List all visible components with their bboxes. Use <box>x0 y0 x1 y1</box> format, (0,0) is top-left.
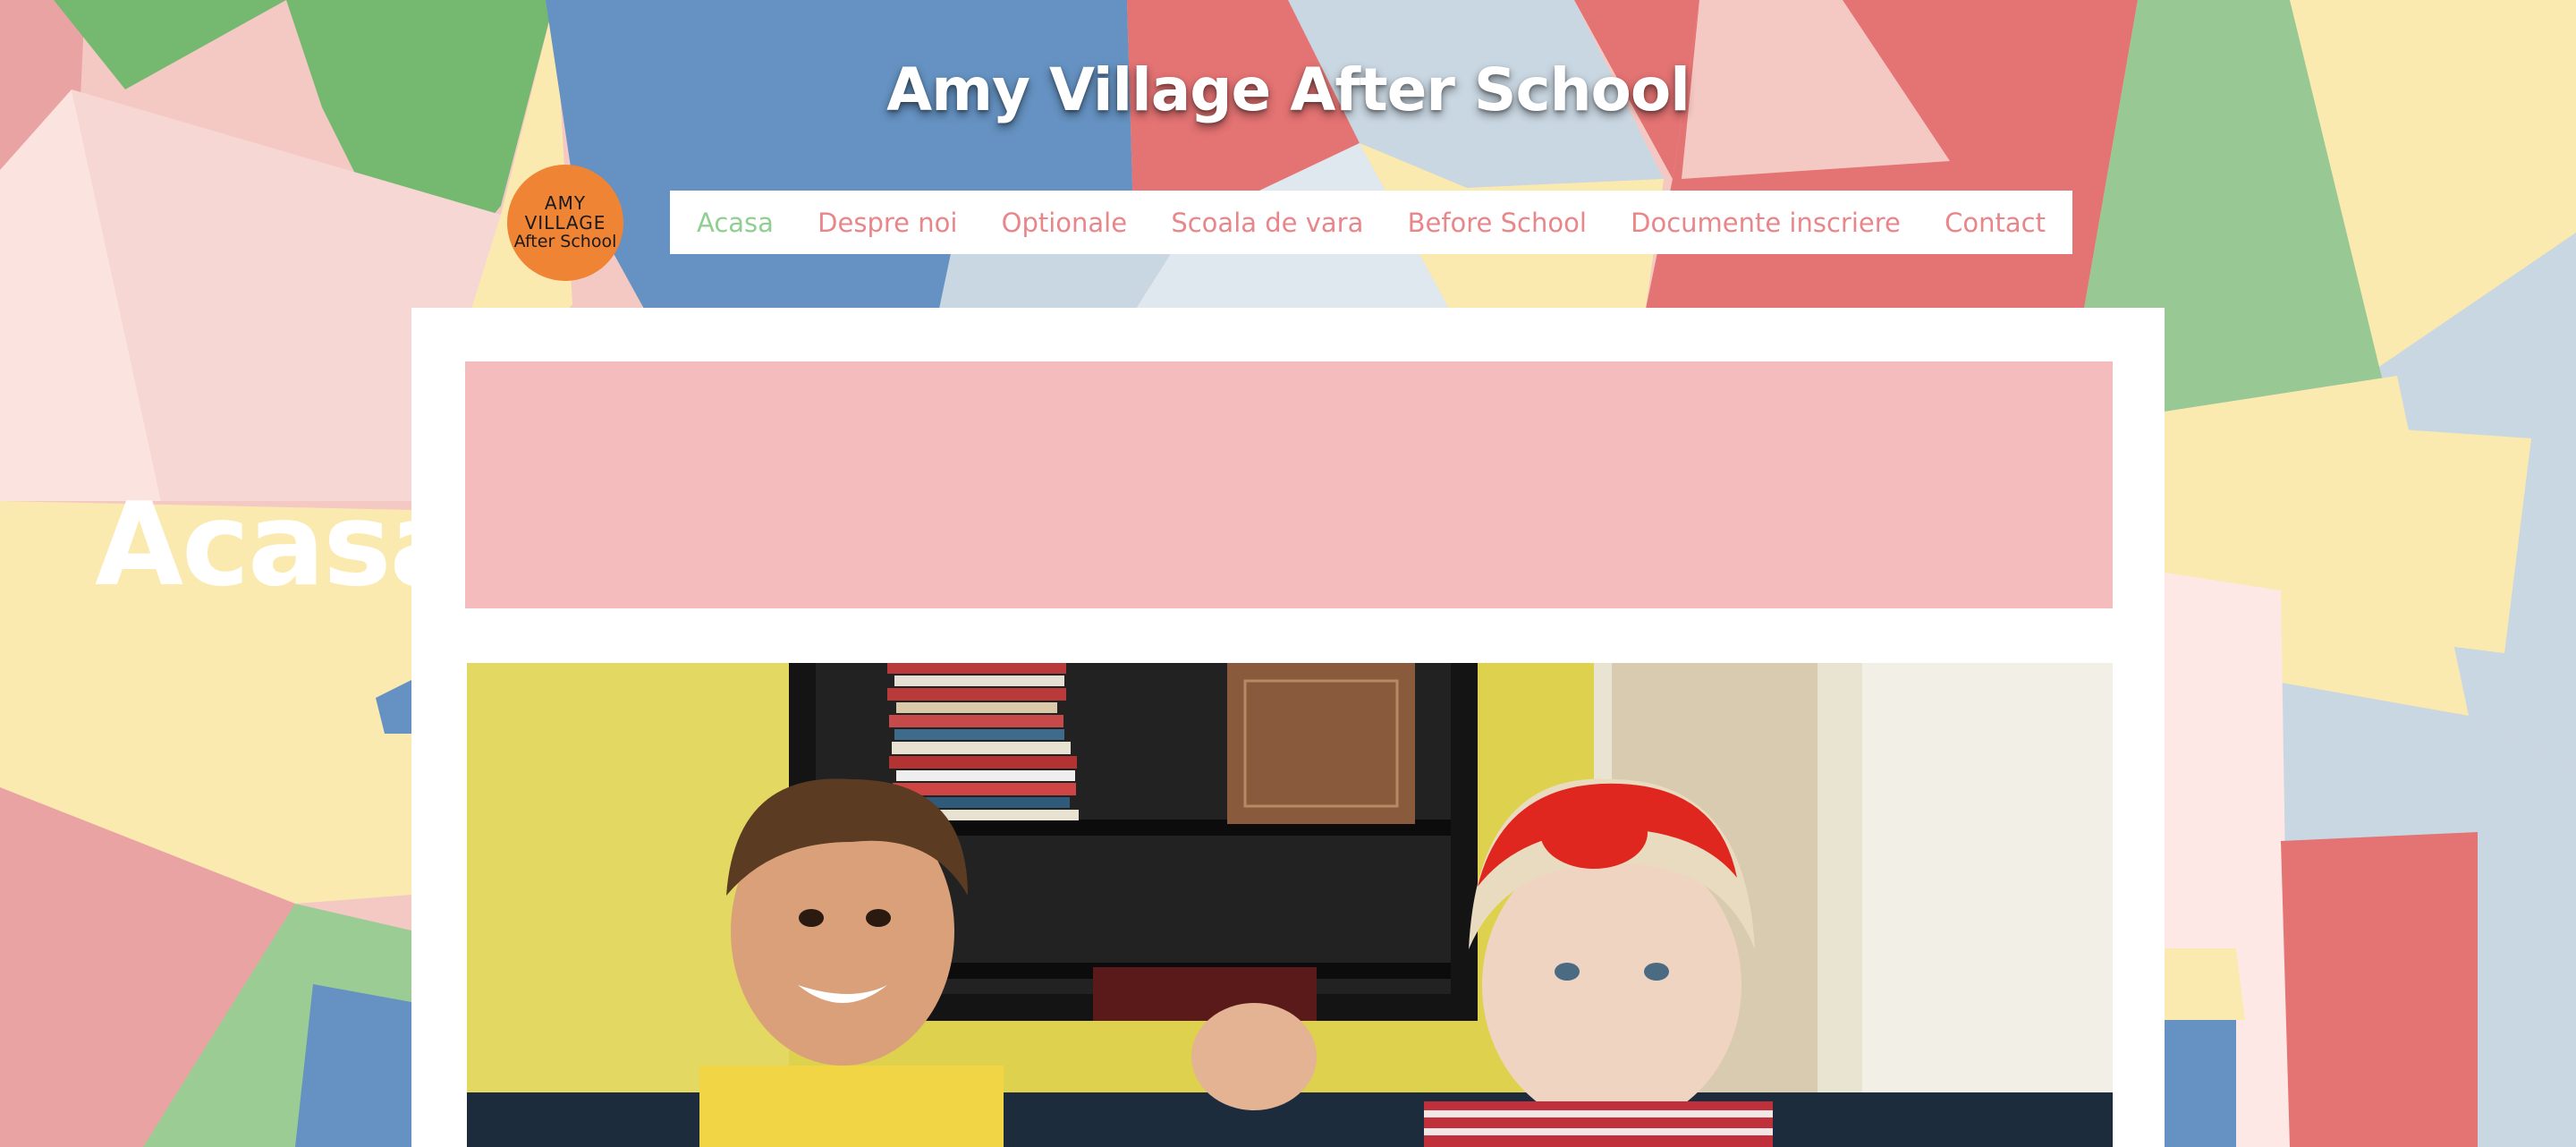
nav-item-before-school[interactable]: Before School <box>1408 208 1587 238</box>
page-title: Acasa <box>95 478 467 612</box>
logo-line-2: VILLAGE <box>524 211 606 234</box>
main-content <box>411 308 2165 1147</box>
page-hero-banner <box>465 361 2113 608</box>
children-photo <box>467 663 2113 1147</box>
nav-item-documente-inscriere[interactable]: Documente inscriere <box>1631 208 1901 238</box>
logo-line-3: After School <box>513 232 617 252</box>
site-logo[interactable]: AMY VILLAGE After School <box>507 165 623 281</box>
logo-line-1: AMY <box>544 192 587 215</box>
nav-item-optionale[interactable]: Optionale <box>1002 208 1127 238</box>
nav-item-despre-noi[interactable]: Despre noi <box>818 208 957 238</box>
main-navigation: Acasa Despre noi Optionale Scoala de var… <box>670 191 2072 254</box>
nav-item-contact[interactable]: Contact <box>1945 208 2046 238</box>
nav-item-acasa[interactable]: Acasa <box>697 208 774 238</box>
site-title[interactable]: Amy Village After School <box>0 55 2576 124</box>
nav-item-scoala-de-vara[interactable]: Scoala de vara <box>1171 208 1363 238</box>
